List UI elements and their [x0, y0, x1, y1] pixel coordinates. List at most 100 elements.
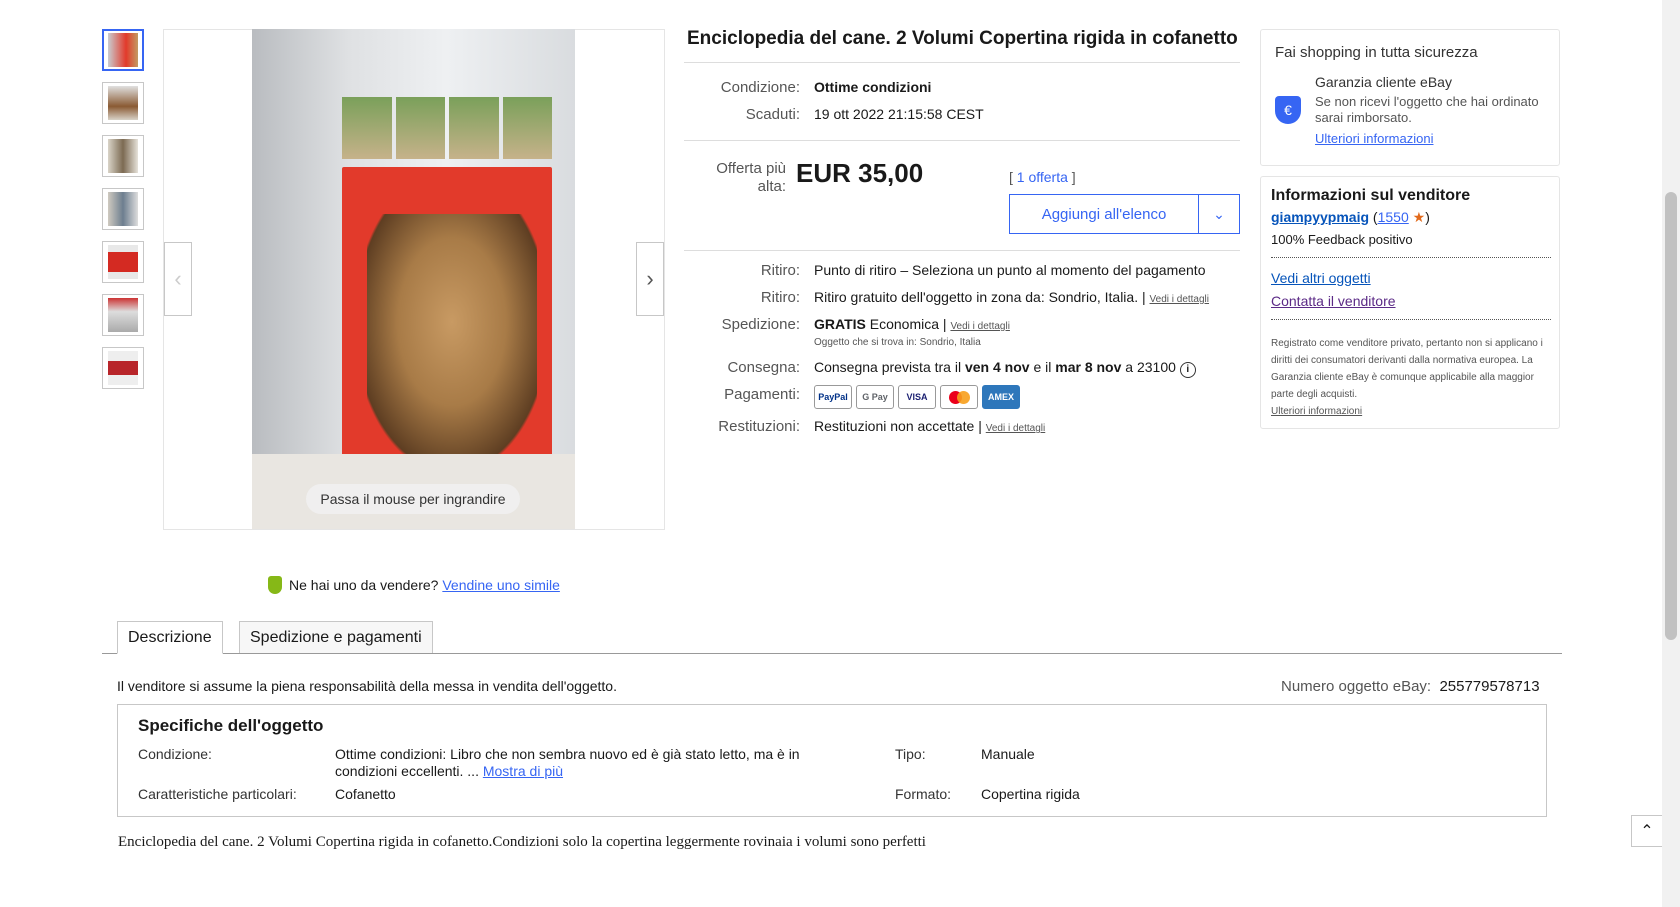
spec-type-value: Manuale: [981, 746, 1035, 762]
pickup-value-2: Ritiro gratuito dell'oggetto in zona da:…: [814, 289, 1210, 305]
returns-label: Restituzioni:: [718, 418, 800, 435]
spec-condition-label: Condizione:: [138, 746, 212, 762]
product-image[interactable]: [252, 29, 575, 529]
item-number-label: Numero oggetto eBay:: [1281, 678, 1432, 695]
sell-similar-link[interactable]: Vendine uno simile: [442, 577, 560, 593]
cover-photo-strip: [342, 97, 552, 159]
next-image-button[interactable]: ›: [636, 242, 664, 316]
section-divider: [684, 140, 1240, 141]
zoom-hint: Passa il mouse per ingrandire: [306, 484, 520, 514]
tab-description[interactable]: Descrizione: [117, 621, 223, 654]
info-icon[interactable]: i: [1179, 362, 1196, 378]
item-specifics: Specifiche dell'oggetto Condizione: Otti…: [117, 704, 1547, 817]
star-icon: ★: [1412, 209, 1426, 225]
visa-icon: VISA: [898, 385, 936, 409]
shipping-value: GRATIS Economica | Vedi i dettagli: [814, 316, 1010, 332]
paypal-icon: PayPal: [814, 385, 852, 409]
item-location: Oggetto che si trova in: Sondrio, Italia: [814, 337, 981, 348]
delivery-zip: a 23100: [1125, 359, 1176, 375]
section-divider-2: [684, 250, 1240, 251]
seller-name-link[interactable]: giampyypmaig: [1271, 209, 1369, 225]
amex-icon: AMEX: [982, 385, 1020, 409]
shield-icon: €: [1275, 96, 1301, 124]
seller-notice-link[interactable]: Ulteriori informazioni: [1271, 406, 1362, 417]
title-divider: [684, 62, 1240, 63]
add-to-list-button[interactable]: Aggiungi all'elenco ⌄: [1009, 194, 1240, 234]
thumbnail-7[interactable]: [102, 347, 144, 389]
seller-info: giampyypmaig (1550 ★): [1271, 209, 1430, 225]
seller-feedback: 100% Feedback positivo: [1271, 232, 1413, 247]
chevron-up-icon: ⌃: [1640, 823, 1654, 840]
guarantee-panel: Fai shopping in tutta sicurezza € Garanz…: [1260, 29, 1560, 166]
back-to-top-button[interactable]: ⌃: [1631, 815, 1663, 847]
thumbnail-4[interactable]: [102, 188, 144, 230]
item-number: Numero oggetto eBay: 255779578713: [1281, 678, 1540, 695]
payments-label: Pagamenti:: [724, 386, 800, 403]
sell-prompt: Ne hai uno da vendere? Vendine uno simil…: [289, 577, 560, 593]
spec-features-value: Cofanetto: [335, 786, 396, 802]
thumbnail-5[interactable]: [102, 241, 144, 283]
chevron-right-icon: ›: [646, 266, 654, 291]
ended-value: 19 ott 2022 21:15:58 CEST: [814, 106, 984, 122]
seller-divider: [1271, 257, 1551, 258]
spec-condition-value: Ottime condizioni: Libro che non sembra …: [335, 746, 825, 780]
google-pay-icon: G Pay: [856, 385, 894, 409]
shipping-label: Spedizione:: [721, 316, 800, 333]
add-to-list-label[interactable]: Aggiungi all'elenco: [1010, 195, 1199, 233]
thumbnail-1[interactable]: [102, 29, 144, 71]
returns-details-link[interactable]: Vedi i dettagli: [986, 423, 1046, 434]
spec-format-label: Formato:: [895, 786, 952, 802]
seller-divider-2: [1271, 319, 1551, 320]
tabs-baseline: [102, 653, 1562, 654]
thumbnail-list: [102, 29, 146, 400]
item-number-value: 255779578713: [1439, 678, 1540, 695]
thumbnail-3[interactable]: [102, 135, 144, 177]
seller-other-items-link[interactable]: Vedi altri oggetti: [1271, 270, 1371, 286]
seller-notice: Registrato come venditore privato, perta…: [1271, 335, 1551, 420]
shipping-free: GRATIS: [814, 316, 866, 332]
guarantee-heading: Garanzia cliente eBay: [1315, 74, 1452, 90]
scrollbar-thumb[interactable]: [1665, 192, 1677, 640]
highest-bid-label: Offerta più alta:: [716, 160, 786, 195]
pickup-label: Ritiro:: [760, 262, 800, 279]
delivery-value: Consegna prevista tra il ven 4 nov e il …: [814, 359, 1196, 378]
previous-image-button[interactable]: ‹: [164, 242, 192, 316]
spec-format-value: Copertina rigida: [981, 786, 1080, 802]
delivery-and: e il: [1033, 359, 1052, 375]
shipping-details-link[interactable]: Vedi i dettagli: [950, 321, 1010, 332]
ended-label: Scaduti:: [745, 106, 800, 123]
pickup-value: Punto di ritiro – Seleziona un punto al …: [814, 262, 1206, 278]
description-body: Enciclopedia del cane. 2 Volumi Copertin…: [118, 834, 926, 850]
contact-seller-link[interactable]: Contatta il venditore: [1271, 293, 1396, 309]
delivery-text: Consegna prevista tra il: [814, 359, 962, 375]
item-title: Enciclopedia del cane. 2 Volumi Copertin…: [687, 28, 1238, 49]
returns-text: Restituzioni non accettate: [814, 418, 975, 434]
pickup-label-2: Ritiro:: [760, 289, 800, 306]
delivery-from: ven 4 nov: [964, 359, 1030, 375]
shipping-type: Economica: [869, 316, 940, 332]
highest-bid-value: EUR 35,00: [796, 158, 924, 188]
seller-score-link[interactable]: 1550: [1378, 209, 1409, 225]
bids-link[interactable]: 1 offerta: [1017, 169, 1068, 185]
thumbnail-6[interactable]: [102, 294, 144, 336]
condition-value: Ottime condizioni: [814, 79, 932, 95]
delivery-label: Consegna:: [727, 359, 800, 376]
spec-condition-text: Ottime condizioni: Libro che non sembra …: [335, 746, 800, 779]
pickup-details-link[interactable]: Vedi i dettagli: [1150, 294, 1210, 305]
bids-count: [ 1 offerta ]: [1009, 169, 1076, 185]
tab-shipping-payments[interactable]: Spedizione e pagamenti: [239, 621, 433, 653]
returns-value: Restituzioni non accettate | Vedi i dett…: [814, 418, 1046, 434]
spec-type-label: Tipo:: [895, 746, 926, 762]
chevron-left-icon: ‹: [174, 266, 182, 291]
thumbnail-2[interactable]: [102, 82, 144, 124]
guarantee-link[interactable]: Ulteriori informazioni: [1315, 131, 1433, 146]
payment-methods: PayPal G Pay VISA AMEX: [814, 385, 1024, 409]
show-more-link[interactable]: Mostra di più: [483, 763, 563, 779]
chevron-down-icon[interactable]: ⌄: [1199, 195, 1239, 233]
tag-icon: [268, 576, 282, 594]
dog-illustration: [367, 214, 537, 454]
mastercard-icon: [940, 385, 978, 409]
condition-label: Condizione:: [720, 79, 800, 96]
guarantee-title: Fai shopping in tutta sicurezza: [1275, 44, 1478, 61]
guarantee-text: Se non ricevi l'oggetto che hai ordinato…: [1315, 94, 1539, 125]
